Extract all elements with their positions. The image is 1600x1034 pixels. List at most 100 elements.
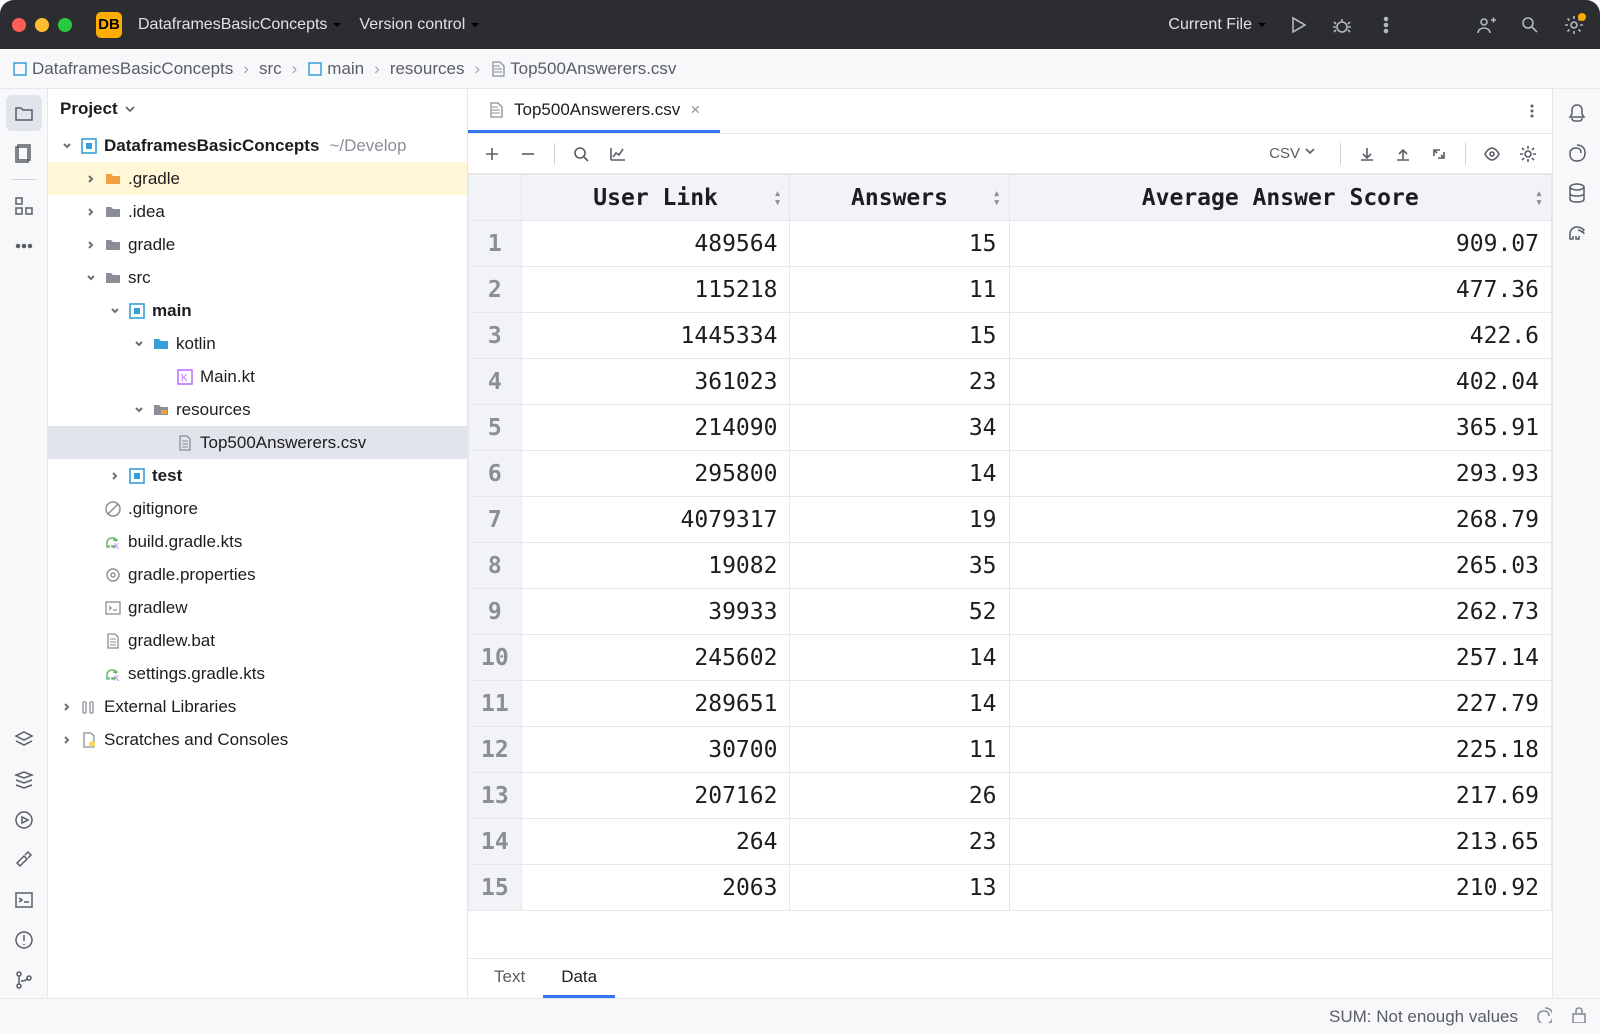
tree-arrow-icon[interactable] bbox=[84, 207, 98, 217]
row-number[interactable]: 13 bbox=[469, 773, 522, 819]
cell[interactable]: 489564 bbox=[521, 221, 790, 267]
tree-item[interactable]: gradle bbox=[48, 228, 467, 261]
cell[interactable]: 19082 bbox=[521, 543, 790, 589]
copilot-status-icon[interactable] bbox=[1534, 1005, 1552, 1028]
chevron-right-icon[interactable] bbox=[60, 702, 74, 712]
tree-arrow-icon[interactable] bbox=[84, 240, 98, 250]
tree-arrow-icon[interactable] bbox=[84, 174, 98, 184]
gradle-tool-button[interactable] bbox=[1559, 215, 1595, 251]
tree-item[interactable]: Scratches and Consoles bbox=[48, 723, 467, 756]
table-row[interactable]: 123070011225.18 bbox=[469, 727, 1552, 773]
cell[interactable]: 262.73 bbox=[1009, 589, 1551, 635]
cell[interactable]: 115218 bbox=[521, 267, 790, 313]
row-number[interactable]: 6 bbox=[469, 451, 522, 497]
cell[interactable]: 14 bbox=[790, 681, 1009, 727]
cell[interactable]: 34 bbox=[790, 405, 1009, 451]
project-tool-button[interactable] bbox=[6, 95, 42, 131]
cell[interactable]: 30700 bbox=[521, 727, 790, 773]
table-row[interactable]: 1426423213.65 bbox=[469, 819, 1552, 865]
close-tab-icon[interactable]: × bbox=[690, 100, 700, 120]
cell[interactable]: 26 bbox=[790, 773, 1009, 819]
table-row[interactable]: 211521811477.36 bbox=[469, 267, 1552, 313]
cell[interactable]: 361023 bbox=[521, 359, 790, 405]
cell[interactable]: 225.18 bbox=[1009, 727, 1551, 773]
column-header[interactable]: User Link▴▾ bbox=[521, 175, 790, 221]
cell[interactable]: 11 bbox=[790, 727, 1009, 773]
table-row[interactable]: 1024560214257.14 bbox=[469, 635, 1552, 681]
tree-item[interactable]: gradlew bbox=[48, 591, 467, 624]
breadcrumb-item[interactable]: src bbox=[259, 59, 282, 79]
cell[interactable]: 268.79 bbox=[1009, 497, 1551, 543]
build-tool-button[interactable] bbox=[6, 842, 42, 878]
services-tool-button[interactable] bbox=[6, 722, 42, 758]
settings-button[interactable] bbox=[1560, 11, 1588, 39]
run-target-selector[interactable]: Current File bbox=[1168, 16, 1268, 34]
vcs-tool-button[interactable] bbox=[6, 962, 42, 998]
sort-icon[interactable]: ▴▾ bbox=[993, 189, 1001, 207]
terminal-tool-button[interactable] bbox=[6, 882, 42, 918]
view-mode-button[interactable] bbox=[1478, 140, 1506, 168]
sort-icon[interactable]: ▴▾ bbox=[1535, 189, 1543, 207]
chevron-right-icon[interactable] bbox=[60, 735, 74, 745]
cell[interactable]: 214090 bbox=[521, 405, 790, 451]
table-row[interactable]: 15206313210.92 bbox=[469, 865, 1552, 911]
table-row[interactable]: 436102323402.04 bbox=[469, 359, 1552, 405]
tree-item[interactable]: K Main.kt bbox=[48, 360, 467, 393]
row-number[interactable]: 7 bbox=[469, 497, 522, 543]
breadcrumb-item[interactable]: main bbox=[307, 59, 364, 79]
row-number[interactable]: 11 bbox=[469, 681, 522, 727]
bookmarks-tool-button[interactable] bbox=[6, 135, 42, 171]
table-settings-button[interactable] bbox=[1514, 140, 1542, 168]
code-with-me-button[interactable] bbox=[1472, 11, 1500, 39]
lock-status-icon[interactable] bbox=[1568, 1005, 1586, 1028]
tree-item[interactable]: Top500Answerers.csv bbox=[48, 426, 467, 459]
table-row[interactable]: 93993352262.73 bbox=[469, 589, 1552, 635]
notifications-button[interactable] bbox=[1559, 95, 1595, 131]
cell[interactable]: 909.07 bbox=[1009, 221, 1551, 267]
tree-arrow-icon[interactable] bbox=[132, 405, 146, 415]
data-grid[interactable]: User Link▴▾Answers▴▾Average Answer Score… bbox=[468, 174, 1552, 958]
editor-tab[interactable]: Top500Answerers.csv × bbox=[468, 89, 720, 133]
minimize-window-icon[interactable] bbox=[35, 18, 49, 32]
table-row[interactable]: 521409034365.91 bbox=[469, 405, 1552, 451]
tree-item[interactable]: test bbox=[48, 459, 467, 492]
table-row[interactable]: 3144533415422.6 bbox=[469, 313, 1552, 359]
cell[interactable]: 295800 bbox=[521, 451, 790, 497]
csv-format-selector[interactable]: CSV bbox=[1263, 145, 1328, 163]
table-row[interactable]: 7407931719268.79 bbox=[469, 497, 1552, 543]
search-everywhere-button[interactable] bbox=[1516, 11, 1544, 39]
cell[interactable]: 422.6 bbox=[1009, 313, 1551, 359]
row-number[interactable]: 14 bbox=[469, 819, 522, 865]
column-header[interactable]: Average Answer Score▴▾ bbox=[1009, 175, 1551, 221]
cell[interactable]: 19 bbox=[790, 497, 1009, 543]
table-row[interactable]: 1128965114227.79 bbox=[469, 681, 1552, 727]
import-button[interactable] bbox=[1353, 140, 1381, 168]
row-number[interactable]: 15 bbox=[469, 865, 522, 911]
tab-more-button[interactable] bbox=[1512, 89, 1552, 133]
tree-item[interactable]: .gradle bbox=[48, 162, 467, 195]
cell[interactable]: 210.92 bbox=[1009, 865, 1551, 911]
tree-item[interactable]: .gitignore bbox=[48, 492, 467, 525]
database-tool-button[interactable] bbox=[1559, 175, 1595, 211]
tree-item[interactable]: src bbox=[48, 261, 467, 294]
row-number[interactable]: 8 bbox=[469, 543, 522, 589]
tree-arrow-icon[interactable] bbox=[108, 471, 122, 481]
cell[interactable]: 15 bbox=[790, 221, 1009, 267]
cell[interactable]: 213.65 bbox=[1009, 819, 1551, 865]
add-row-button[interactable] bbox=[478, 140, 506, 168]
cell[interactable]: 245602 bbox=[521, 635, 790, 681]
chevron-down-icon[interactable] bbox=[60, 141, 74, 151]
table-row[interactable]: 629580014293.93 bbox=[469, 451, 1552, 497]
export-button[interactable] bbox=[1389, 140, 1417, 168]
tree-arrow-icon[interactable] bbox=[132, 339, 146, 349]
search-button[interactable] bbox=[567, 140, 595, 168]
tree-item[interactable]: External Libraries bbox=[48, 690, 467, 723]
tree-item[interactable]: .idea bbox=[48, 195, 467, 228]
cell[interactable]: 1445334 bbox=[521, 313, 790, 359]
cell[interactable]: 4079317 bbox=[521, 497, 790, 543]
row-number[interactable]: 4 bbox=[469, 359, 522, 405]
sort-icon[interactable]: ▴▾ bbox=[774, 189, 782, 207]
layers-tool-button[interactable] bbox=[6, 762, 42, 798]
rownum-header[interactable] bbox=[469, 175, 522, 221]
breadcrumb-item[interactable]: DataframesBasicConcepts bbox=[12, 59, 233, 79]
